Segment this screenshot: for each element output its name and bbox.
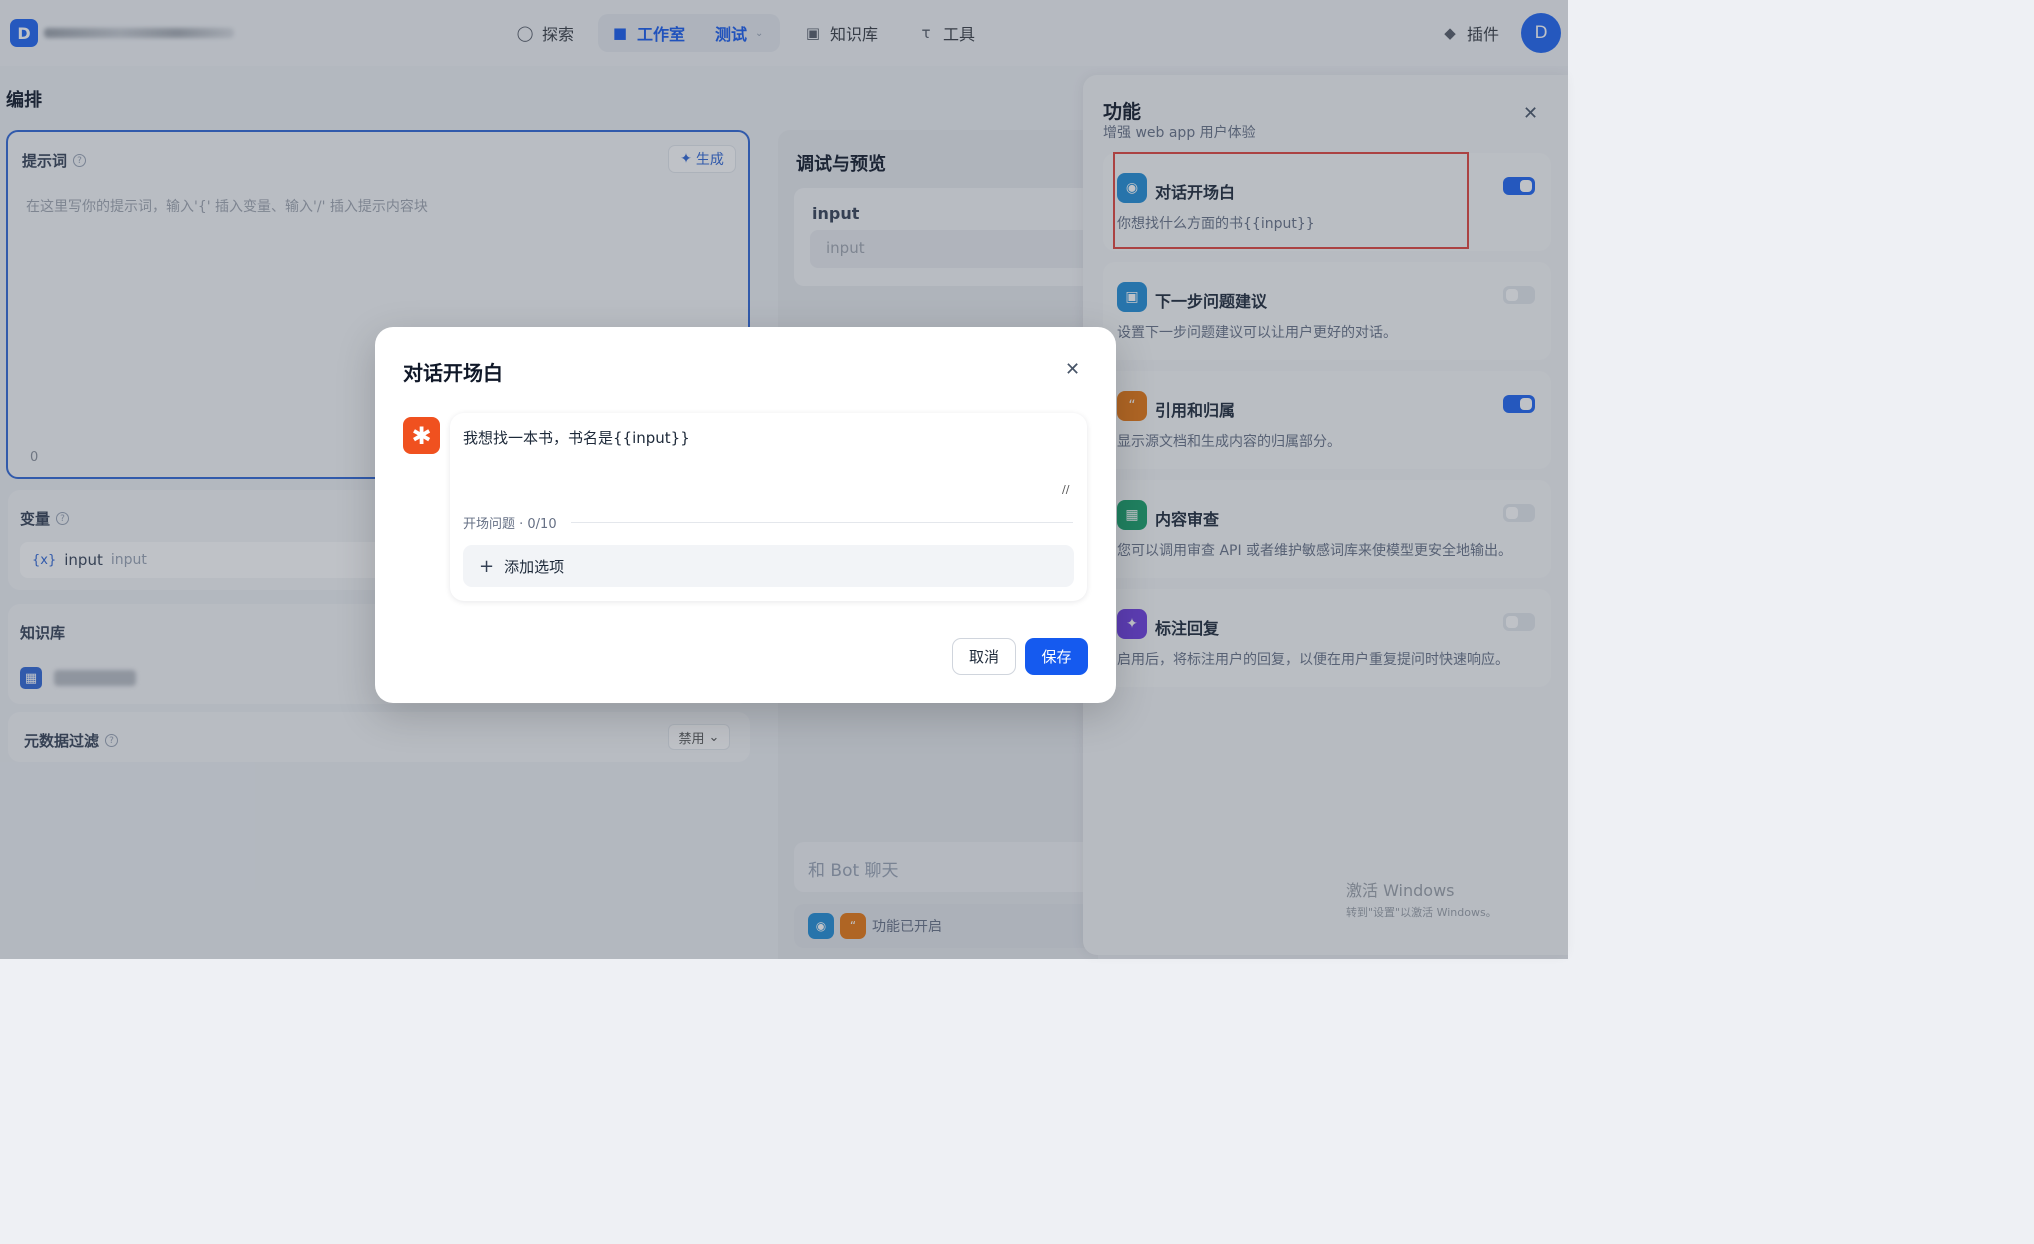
close-icon[interactable]: ✕ [1065, 359, 1080, 380]
opening-questions-header: 开场问题 · 0/10 [463, 513, 1073, 532]
add-option-label: 添加选项 [504, 557, 565, 576]
opening-statement-dialog: 对话开场白 ✕ ✱ 我想找一本书，书名是{{input}} ∕∕ 开场问题 · … [375, 327, 1116, 703]
save-button[interactable]: 保存 [1025, 638, 1088, 675]
opening-message-editor: 我想找一本书，书名是{{input}} ∕∕ 开场问题 · 0/10 + 添加选… [450, 413, 1087, 601]
add-option-button[interactable]: + 添加选项 [463, 545, 1074, 587]
dialog-title: 对话开场白 [403, 361, 503, 385]
plus-icon: + [479, 555, 495, 577]
opening-questions-count: 开场问题 · 0/10 [463, 517, 557, 532]
bot-icon: ✱ [403, 417, 440, 454]
divider [570, 522, 1073, 523]
resize-handle-icon[interactable]: ∕∕ [1062, 483, 1069, 496]
opening-message-input[interactable]: 我想找一本书，书名是{{input}} [463, 427, 690, 448]
cancel-button[interactable]: 取消 [952, 638, 1016, 675]
